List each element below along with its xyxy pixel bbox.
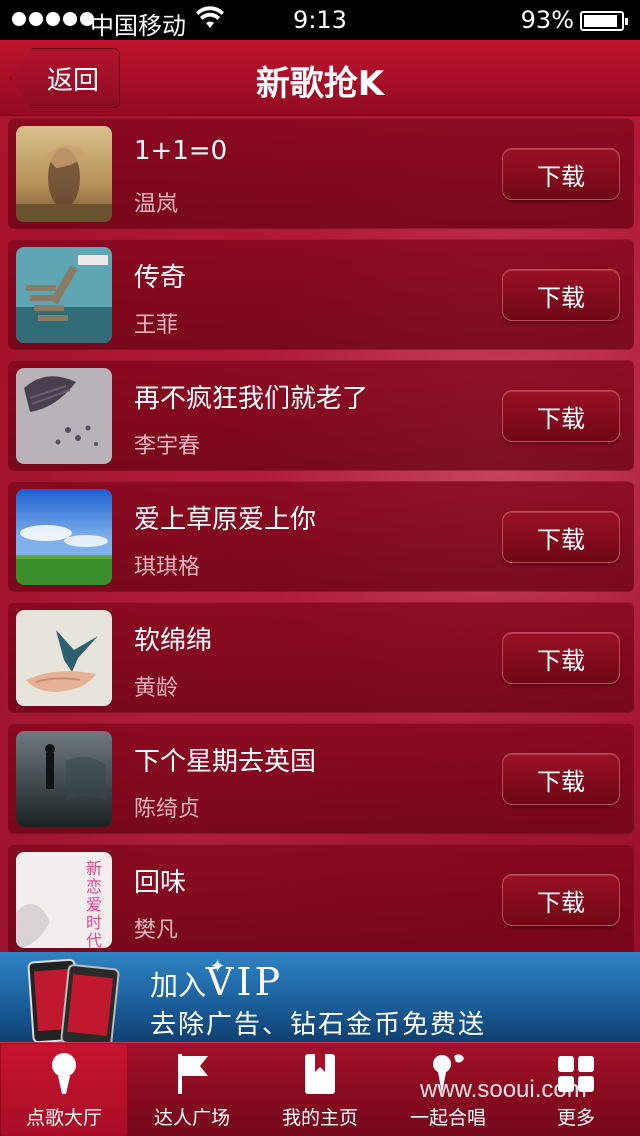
tab-label: 一起合唱: [409, 1107, 486, 1129]
sculpture-cover-image: [16, 368, 112, 464]
song-title: 爱上草原爱上你: [134, 505, 317, 535]
song-title: 回味: [134, 868, 187, 898]
song-artist: 黄龄: [134, 676, 179, 701]
battery-percent: 93%: [520, 6, 574, 34]
dark-figure-cover-image: [16, 731, 112, 827]
song-row[interactable]: 新恋爱时代 回味 樊凡 下载: [8, 844, 634, 954]
bird-hand-cover-image: [16, 610, 112, 706]
vip-ad-banner[interactable]: ✦ 加入VIP 去除广告、钻石金币免费送: [0, 952, 640, 1042]
song-title: 下个星期去英国: [134, 747, 317, 777]
battery-icon: [580, 11, 628, 31]
download-button[interactable]: 下载: [502, 148, 620, 200]
watermark-text: www.sooui.com: [420, 1076, 587, 1103]
tab-label: 我的主页: [281, 1107, 358, 1129]
tab-song-hall[interactable]: 点歌大厅: [0, 1043, 128, 1136]
svg-text:时: 时: [86, 913, 102, 932]
song-title: 再不疯狂我们就老了: [134, 384, 369, 414]
status-bar: 中国移动 9:13 93%: [0, 0, 640, 40]
song-artist: 王菲: [134, 313, 179, 338]
song-row[interactable]: 1+1=0 温岚 下载: [8, 118, 634, 228]
svg-text:恋: 恋: [86, 877, 102, 896]
song-row[interactable]: 传奇 王菲 下载: [8, 239, 634, 349]
song-row[interactable]: 软绵绵 黄龄 下载: [8, 602, 634, 712]
vip-headline: 加入VIP: [150, 960, 283, 1004]
bookmark-book-icon: [300, 1051, 340, 1097]
download-button[interactable]: 下载: [502, 632, 620, 684]
download-button[interactable]: 下载: [502, 511, 620, 563]
song-artist: 温岚: [134, 192, 179, 217]
song-artist: 樊凡: [134, 918, 179, 943]
tab-talent-plaza[interactable]: 达人广场: [128, 1043, 256, 1136]
navigation-bar: 返回 新歌抢K: [0, 40, 640, 116]
tab-label: 达人广场: [153, 1107, 230, 1129]
download-button[interactable]: 下载: [502, 753, 620, 805]
tab-label: 更多: [556, 1107, 595, 1129]
tab-my-homepage[interactable]: 我的主页: [256, 1043, 384, 1136]
microphone-icon: [44, 1051, 84, 1097]
song-artist: 琪琪格: [134, 555, 201, 580]
song-row[interactable]: 下个星期去英国 陈绮贞 下载: [8, 723, 634, 833]
desert-girl-cover-image: [16, 126, 112, 222]
svg-text:代: 代: [86, 931, 102, 948]
vip-headline-prefix: 加入: [150, 969, 207, 1002]
download-button[interactable]: 下载: [502, 269, 620, 321]
song-title: 传奇: [134, 263, 187, 293]
song-title: 软绵绵: [134, 626, 213, 656]
download-button[interactable]: 下载: [502, 390, 620, 442]
tab-label: 点歌大厅: [25, 1107, 102, 1129]
song-artist: 陈绮贞: [134, 797, 201, 822]
vip-subline: 去除广告、钻石金币免费送: [150, 1010, 487, 1040]
svg-text:爱: 爱: [86, 895, 102, 914]
phone-illustration: [59, 963, 121, 1042]
pier-cover-image: [16, 247, 112, 343]
song-title: 1+1=0: [134, 136, 228, 166]
song-row[interactable]: 再不疯狂我们就老了 李宇春 下载: [8, 360, 634, 470]
vip-headline-vip: VIP: [206, 960, 284, 1004]
song-artist: 李宇春: [134, 434, 201, 459]
page-title: 新歌抢K: [255, 64, 385, 104]
song-row[interactable]: 爱上草原爱上你 琪琪格 下载: [8, 481, 634, 591]
flag-icon: [172, 1051, 212, 1097]
grassland-cover-image: [16, 489, 112, 585]
download-button[interactable]: 下载: [502, 874, 620, 926]
new-love-era-cover-image: 新恋爱时代: [16, 852, 112, 948]
svg-text:新: 新: [86, 859, 102, 878]
battery-fill: [584, 15, 617, 27]
